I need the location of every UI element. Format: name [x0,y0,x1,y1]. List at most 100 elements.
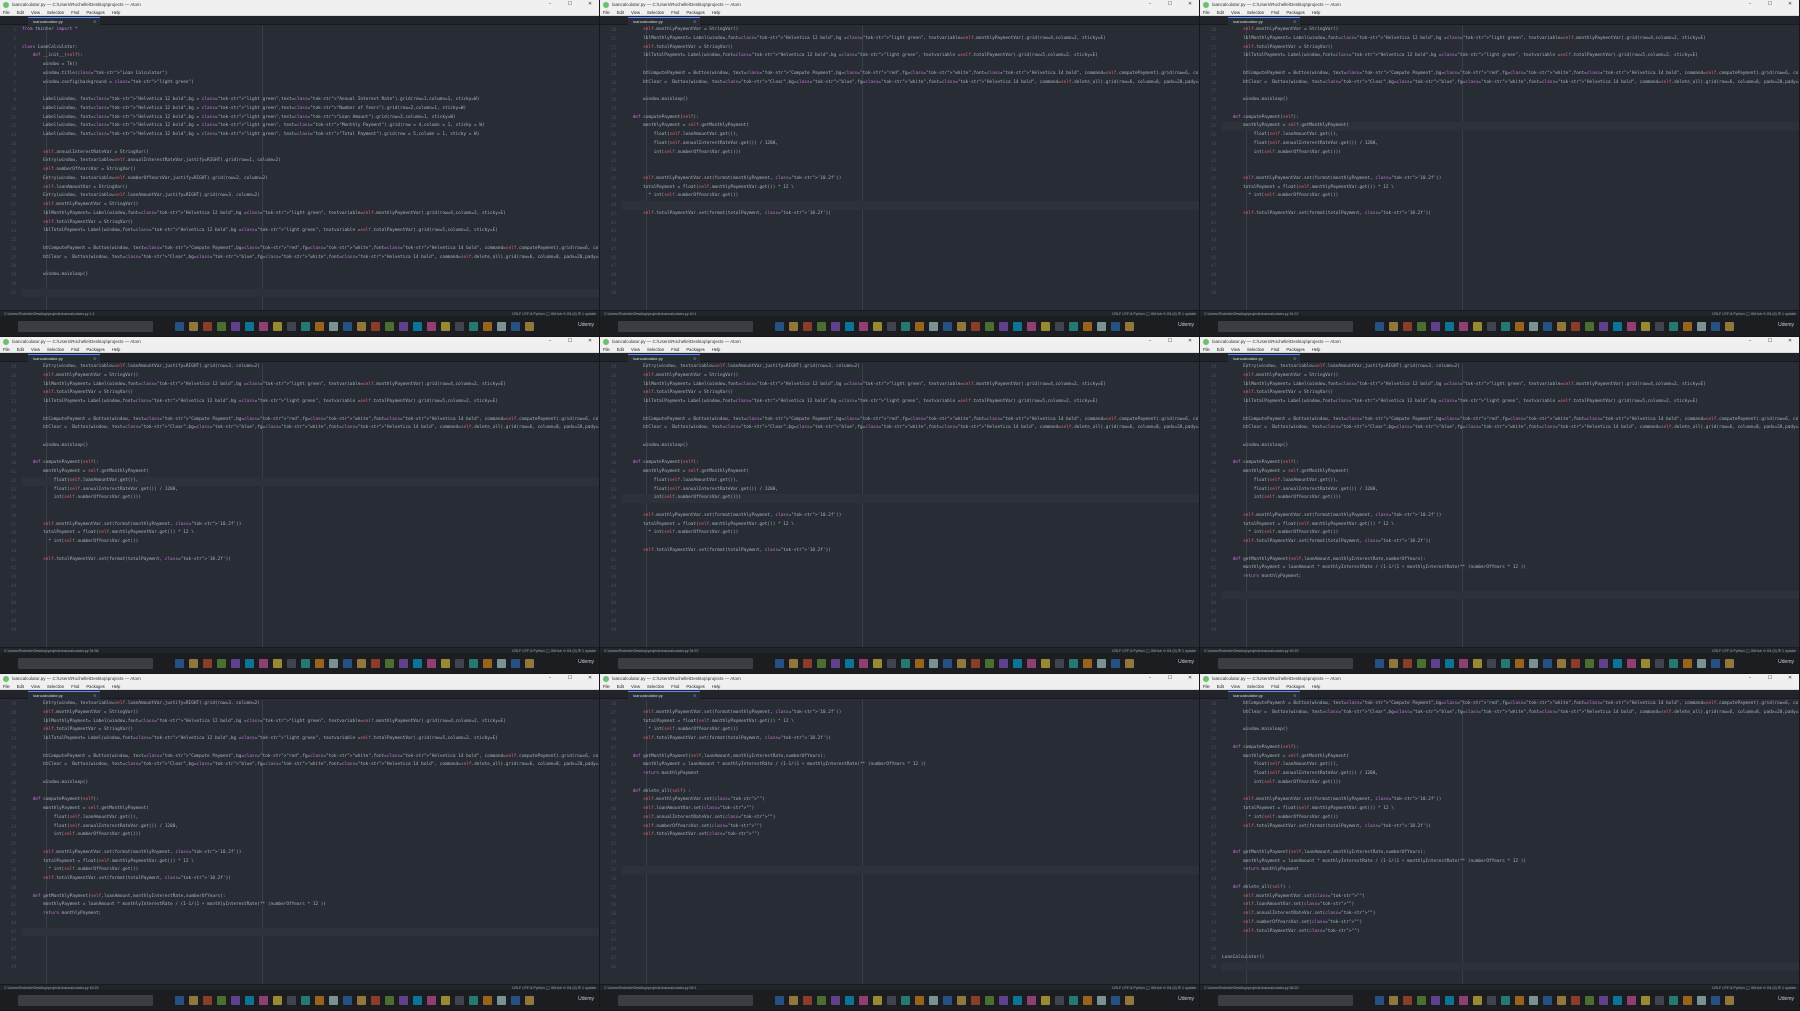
code-line[interactable]: int(self.numberOfYearsVar.get())) [22,831,599,840]
taskbar-app-icon[interactable] [273,996,282,1005]
menu-selection[interactable]: Selection [1247,10,1264,15]
code-line[interactable]: Label(window, font=class="tok-str">"Helv… [22,114,599,123]
status-file-path[interactable]: C:\Users\Rochelle\Desktop\projects\loanc… [604,986,1112,990]
taskbar-app-icon[interactable] [985,322,994,331]
taskbar-app-icon[interactable] [413,996,422,1005]
taskbar-label[interactable]: Udemy [1778,659,1794,665]
menu-help[interactable]: Help [1312,10,1321,15]
menu-edit[interactable]: Edit [17,684,24,689]
code-line[interactable]: window.mainloop() [22,442,599,451]
taskbar-app-icon[interactable] [441,996,450,1005]
taskbar-app-icon[interactable] [1083,659,1092,668]
code-line[interactable] [22,35,599,44]
code-line[interactable]: int(self.numberOfYearsVar.get())) [22,494,599,503]
status-file-path[interactable]: C:\Users\Rochelle\Desktop\projects\loanc… [604,649,1112,653]
taskbar-app-icon[interactable] [1543,322,1552,331]
code-line[interactable]: def getMonthlyPayment(self,loanAmount,mo… [1222,556,1799,565]
code-line[interactable]: lblTotalPayment= Label(window,font=class… [22,227,599,236]
menu-file[interactable]: File [603,684,610,689]
taskbar-app-icon[interactable] [455,322,464,331]
code-line[interactable]: lblTotalPayment= Label(window,font=class… [1222,52,1799,61]
menu-edit[interactable]: Edit [617,347,624,352]
code-area[interactable]: btComputePayment = Button(window, text=c… [1222,700,1799,984]
status-indicators[interactable]: CRLF UTF-8 Python ◯ GitHub ⟲ Git (0) ☰ 1… [512,312,596,316]
code-line[interactable] [22,547,599,556]
code-line[interactable]: monthlyPayment = self.getMonthlyPayment( [622,468,1199,477]
taskbar-app-icon[interactable] [1557,659,1566,668]
code-line[interactable]: window.config(background = class="tok-st… [22,79,599,88]
menu-view[interactable]: View [1231,10,1240,15]
code-line[interactable] [1222,599,1799,608]
code-line[interactable] [1222,407,1799,416]
tab-loancalculator[interactable]: loancalculator.py × [28,354,100,362]
taskbar-app-icon[interactable] [413,659,422,668]
taskbar-app-icon[interactable] [371,659,380,668]
taskbar-app-icon[interactable] [259,659,268,668]
taskbar-app-icon[interactable] [999,996,1008,1005]
code-line[interactable] [622,201,1199,210]
menu-packages[interactable]: Packages [86,10,104,15]
taskbar-app-icon[interactable] [483,322,492,331]
code-line[interactable]: self.numberOfYearsVar.set(class="tok-str… [1222,919,1799,928]
code-line[interactable] [622,157,1199,166]
code-line[interactable] [1222,166,1799,175]
taskbar-app-icon[interactable] [1697,322,1706,331]
code-line[interactable]: def delete_all(self) : [1222,884,1799,893]
code-line[interactable]: int(self.numberOfYearsVar.get())) [1222,494,1799,503]
taskbar-app-icon[interactable] [831,322,840,331]
code-line[interactable] [22,884,599,893]
code-line[interactable] [22,936,599,945]
code-line[interactable]: btComputePayment = Button(window, text=c… [622,70,1199,79]
taskbar-app-icon[interactable] [1557,996,1566,1005]
taskbar-app-icon[interactable] [1389,996,1398,1005]
code-line[interactable]: self.totalPaymentVar.set(class="tok-str"… [1222,928,1799,937]
taskbar-app-icon[interactable] [1515,996,1524,1005]
taskbar-app-icon[interactable] [901,996,910,1005]
code-line[interactable] [1222,61,1799,70]
code-line[interactable] [622,928,1199,937]
code-line[interactable] [1222,547,1799,556]
code-line[interactable] [622,564,1199,573]
code-line[interactable]: from tkinter import * [22,26,599,35]
taskbar-app-icon[interactable] [999,322,1008,331]
taskbar-app-icon[interactable] [357,322,366,331]
code-line[interactable]: * int(self.numberOfYearsVar.get()) [1222,814,1799,823]
code-line[interactable] [22,140,599,149]
code-line[interactable]: totalPayment = float(self.monthlyPayment… [622,184,1199,193]
code-line[interactable] [1222,262,1799,271]
taskbar-app-icon[interactable] [217,322,226,331]
taskbar-app-icon[interactable] [385,996,394,1005]
code-line[interactable]: totalPayment = float(self.monthlyPayment… [622,718,1199,727]
minimize-icon[interactable]: – [540,337,560,346]
taskbar-app-icon[interactable] [1417,996,1426,1005]
code-line[interactable] [22,591,599,600]
code-line[interactable]: monthlyPayment = self.getMonthlyPayment( [1222,468,1799,477]
menu-help[interactable]: Help [712,10,721,15]
taskbar-app-icon[interactable] [887,659,896,668]
code-line[interactable] [622,538,1199,547]
code-line[interactable] [1222,945,1799,954]
code-line[interactable]: btClear = Button(window, text=class="tok… [1222,79,1799,88]
code-line[interactable]: Label(window, font=class="tok-str">"Helv… [22,122,599,131]
code-line[interactable] [22,954,599,963]
minimize-icon[interactable]: – [1140,0,1160,9]
taskbar-app-icon[interactable] [859,659,868,668]
taskbar-app-icon[interactable] [929,996,938,1005]
code-line[interactable]: Label(window, font=class="tok-str">"Helv… [22,96,599,105]
code-line[interactable] [1222,831,1799,840]
code-line[interactable]: Entry(window, textvariable=self.loanAmou… [22,192,599,201]
taskbar-search-box[interactable] [618,995,753,1006]
code-line[interactable] [22,573,599,582]
code-line[interactable]: btClear = Button(window, text=class="tok… [22,254,599,263]
code-line[interactable]: self.totalPaymentVar = StringVar() [1222,44,1799,53]
code-line[interactable]: * int(self.numberOfYearsVar.get()) [22,866,599,875]
code-editor[interactable]: 28 29 30 31 32 33 34 35 36 37 38 39 40 41 42 43 44 45 46 47… [1200,700,1799,984]
taskbar-app-icon[interactable] [231,322,240,331]
taskbar-app-icon[interactable] [929,659,938,668]
tab-close-icon[interactable]: × [693,356,700,361]
code-line[interactable] [622,954,1199,963]
code-line[interactable]: self.totalPaymentVar.set(format(totalPay… [622,547,1199,556]
menu-help[interactable]: Help [1312,347,1321,352]
menu-view[interactable]: View [631,347,640,352]
taskbar-app-icon[interactable] [775,659,784,668]
